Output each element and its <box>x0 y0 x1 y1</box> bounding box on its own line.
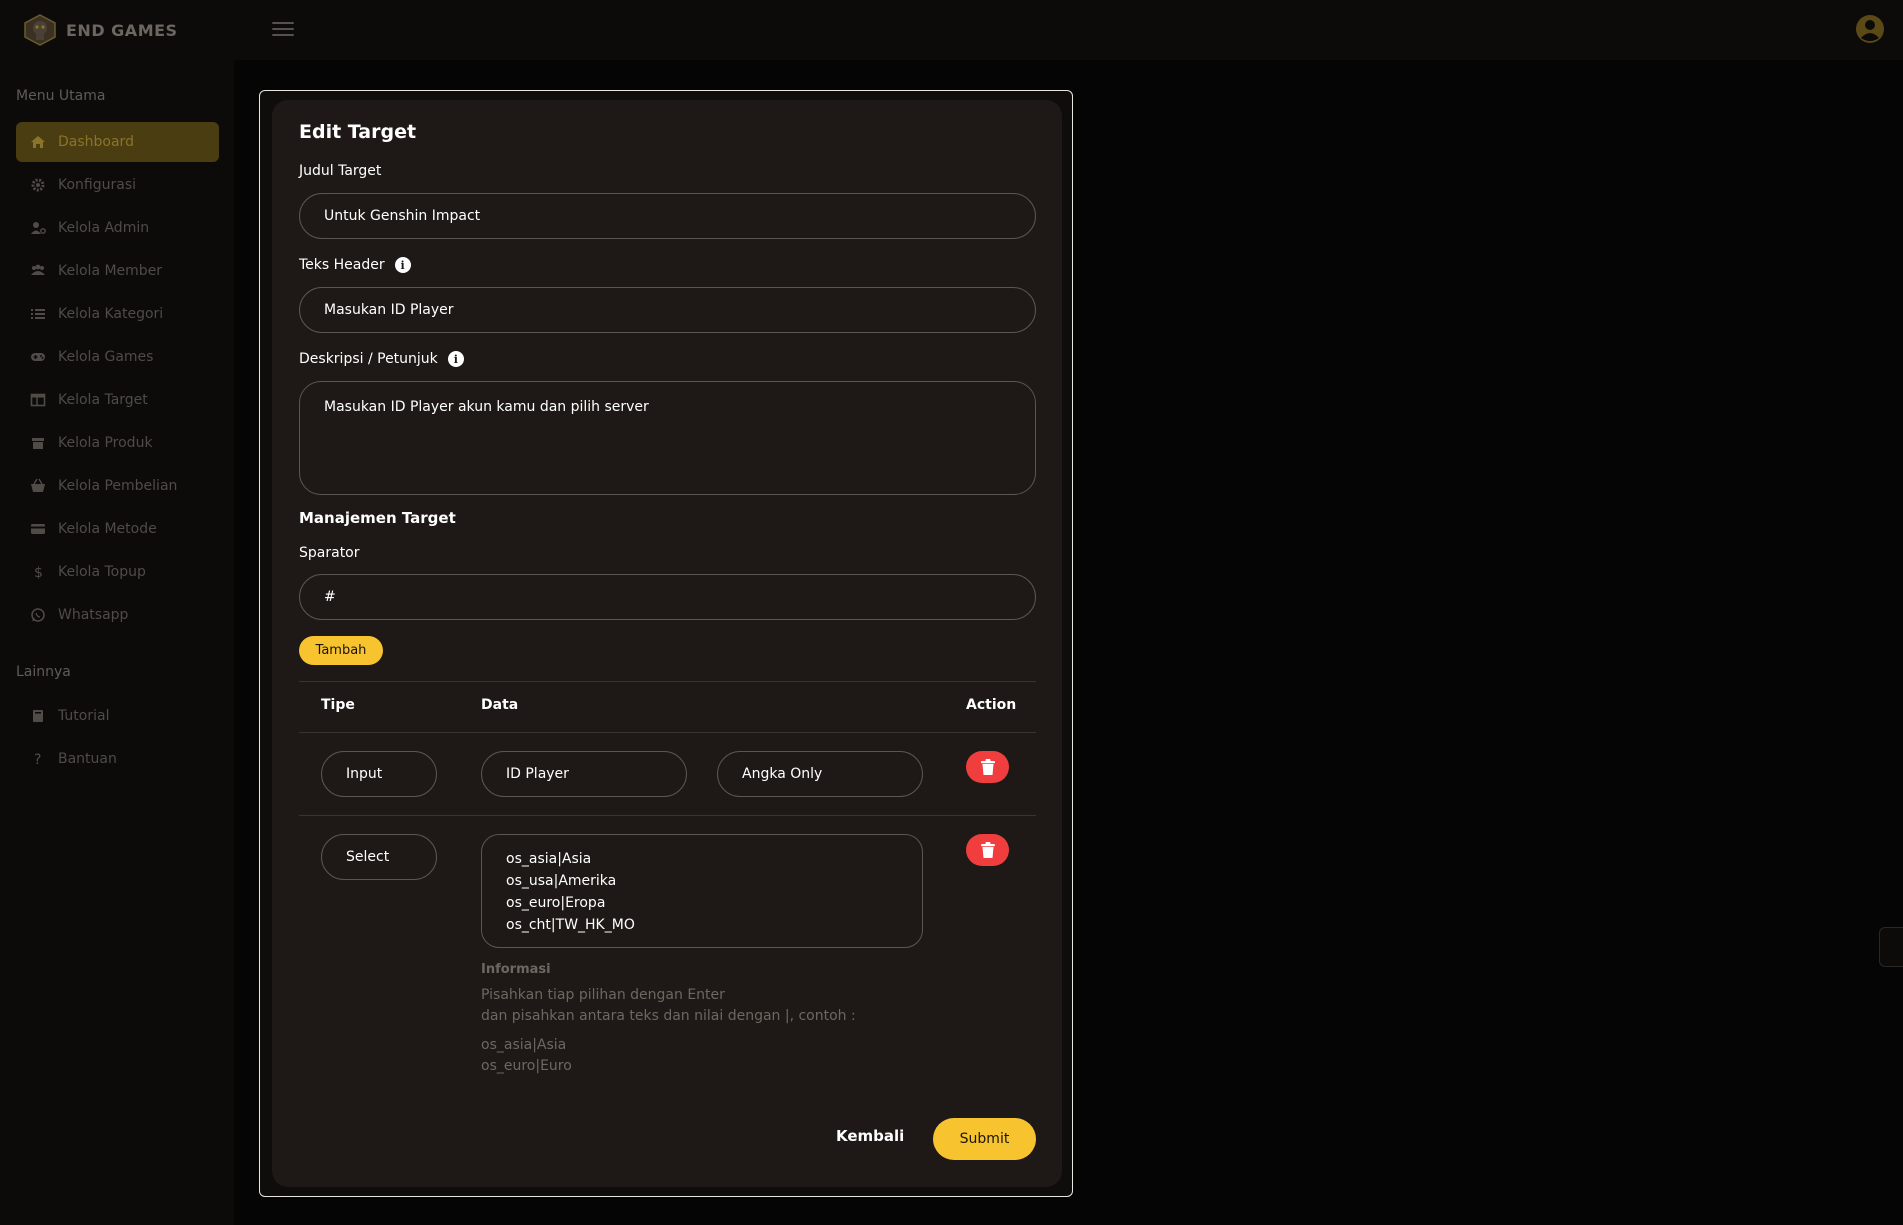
users-icon <box>31 264 45 275</box>
sidebar-section-title: Lainnya <box>16 664 71 680</box>
sidebar-item-label: Konfigurasi <box>58 177 137 193</box>
label-text: Manajemen Target <box>299 509 456 527</box>
option-line: os_asia|Asia <box>506 851 592 867</box>
column-header-action: Action <box>966 697 1017 713</box>
deskripsi-textarea[interactable]: Masukan ID Player akun kamu dan pilih se… <box>299 381 1036 495</box>
column-header-tipe: Tipe <box>321 697 355 713</box>
submit-button[interactable]: Submit <box>933 1118 1036 1160</box>
teks-header-label: Teks Header i <box>299 257 411 273</box>
sidebar-section-title: Menu Utama <box>16 88 106 104</box>
book-icon <box>33 710 43 722</box>
menu-toggle-icon[interactable] <box>272 22 294 40</box>
info-line: Pisahkan tiap pilihan dengan Enter <box>481 987 725 1003</box>
option-line: os_euro|Eropa <box>506 895 606 911</box>
info-icon[interactable]: i <box>394 257 411 273</box>
sidebar-item-kelola-admin[interactable]: Kelola Admin <box>16 208 219 248</box>
sidebar-item-tutorial[interactable]: Tutorial <box>16 696 219 736</box>
sidebar-item-label: Kelola Metode <box>58 521 157 537</box>
option-line: os_cht|TW_HK_MO <box>506 917 635 933</box>
delete-row-button[interactable] <box>966 834 1009 866</box>
add-row-button[interactable]: Tambah <box>299 636 383 665</box>
top-bar: END GAMES <box>0 0 1903 60</box>
sidebar-item-kelola-metode[interactable]: Kelola Metode <box>16 509 219 549</box>
sidebar-item-konfigurasi[interactable]: Konfigurasi <box>16 165 219 205</box>
info-example: os_euro|Euro <box>481 1058 572 1074</box>
delete-row-button[interactable] <box>966 751 1009 783</box>
manajemen-target-heading: Manajemen Target <box>299 509 456 527</box>
sidebar-item-kelola-target[interactable]: Kelola Target <box>16 380 219 420</box>
info-line: dan pisahkan antara teks dan nilai denga… <box>481 1008 856 1024</box>
table-icon <box>30 393 46 407</box>
teks-header-input[interactable]: Masukan ID Player <box>299 287 1036 333</box>
sidebar-item-label: Kelola Kategori <box>58 306 164 322</box>
info-title: Informasi <box>481 962 551 977</box>
sidebar-item-kelola-games[interactable]: Kelola Games <box>16 337 219 377</box>
svg-text:$: $ <box>34 565 43 580</box>
label-text: Sparator <box>299 545 360 561</box>
deskripsi-label: Deskripsi / Petunjuk i <box>299 351 464 367</box>
user-avatar-icon[interactable] <box>1855 14 1885 44</box>
table-divider <box>299 732 1036 733</box>
sidebar-item-kelola-member[interactable]: Kelola Member <box>16 251 219 291</box>
label-text: Judul Target <box>299 163 382 179</box>
gear-icon <box>31 178 45 192</box>
home-icon <box>31 136 45 148</box>
credit-card-icon <box>31 524 45 534</box>
trash-icon <box>980 842 995 858</box>
separator-label: Sparator <box>299 545 360 561</box>
option-line: os_usa|Amerika <box>506 873 617 889</box>
gamepad-icon <box>31 353 45 361</box>
sidebar-item-label: Bantuan <box>58 751 117 767</box>
label-text: Deskripsi / Petunjuk <box>299 351 438 367</box>
table-divider <box>299 815 1036 816</box>
list-icon <box>31 309 45 319</box>
sidebar-item-label: Tutorial <box>58 708 110 724</box>
page-title: Edit Target <box>299 121 417 143</box>
column-header-data: Data <box>481 697 519 713</box>
judul-target-input[interactable]: Untuk Genshin Impact <box>299 193 1036 239</box>
svg-text:?: ? <box>34 752 41 767</box>
box-icon <box>32 438 44 449</box>
user-gear-icon <box>31 222 46 234</box>
sidebar-item-label: Kelola Topup <box>58 564 146 580</box>
sidebar-item-label: Kelola Produk <box>58 435 153 451</box>
info-example: os_asia|Asia <box>481 1037 567 1053</box>
sidebar-item-kelola-kategori[interactable]: Kelola Kategori <box>16 294 219 334</box>
brand[interactable]: END GAMES <box>22 14 178 46</box>
label-text: Teks Header <box>299 257 385 273</box>
sidebar-item-label: Kelola Member <box>58 263 163 279</box>
sidebar-item-dashboard[interactable]: Dashboard <box>16 122 219 162</box>
sidebar-item-bantuan[interactable]: ? Bantuan <box>16 739 219 779</box>
sidebar-item-kelola-pembelian[interactable]: Kelola Pembelian <box>16 466 219 506</box>
sidebar-item-label: Dashboard <box>58 134 134 150</box>
whatsapp-icon <box>31 608 45 622</box>
brand-logo-icon <box>24 14 56 46</box>
row-data-rule-input[interactable]: Angka Only <box>717 751 923 797</box>
sidebar-item-label: Kelola Pembelian <box>58 478 178 494</box>
basket-icon <box>31 478 45 492</box>
sidebar-item-label: Kelola Games <box>58 349 154 365</box>
select-options-textarea[interactable]: os_asia|Asia os_usa|Amerika os_euro|Erop… <box>481 834 923 948</box>
info-icon[interactable]: i <box>447 351 464 367</box>
trash-icon <box>980 759 995 775</box>
table-divider <box>299 681 1036 682</box>
sidebar-item-kelola-topup[interactable]: $ Kelola Topup <box>16 552 219 592</box>
separator-input[interactable]: # <box>299 574 1036 620</box>
sidebar-item-label: Kelola Target <box>58 392 148 408</box>
dollar-icon: $ <box>34 565 43 580</box>
back-button[interactable]: Kembali <box>836 1127 904 1145</box>
sidebar-item-whatsapp[interactable]: Whatsapp <box>16 595 219 635</box>
row-data-name-input[interactable]: ID Player <box>481 751 687 797</box>
judul-target-label: Judul Target <box>299 163 381 179</box>
sidebar: Menu Utama Dashboard Konfigurasi Kelola … <box>0 60 234 1225</box>
row-type-input[interactable]: Input <box>321 751 437 797</box>
row-type-select[interactable]: Select <box>321 834 437 880</box>
sidebar-item-label: Whatsapp <box>58 607 129 623</box>
question-icon: ? <box>34 752 41 767</box>
floating-side-tab[interactable] <box>1879 927 1903 967</box>
sidebar-item-label: Kelola Admin <box>58 220 150 236</box>
sidebar-item-kelola-produk[interactable]: Kelola Produk <box>16 423 219 463</box>
brand-name: END GAMES <box>66 20 178 40</box>
